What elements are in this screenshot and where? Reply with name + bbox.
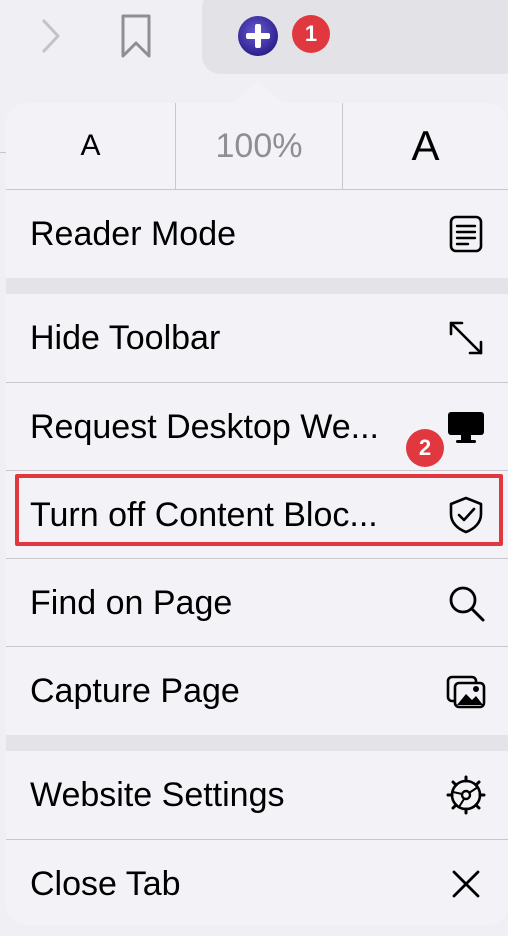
forward-button[interactable]	[36, 16, 66, 56]
step-badge-2: 2	[406, 429, 444, 467]
menu-item-website-settings[interactable]: Website Settings	[6, 751, 508, 839]
menu-item-label: Reader Mode	[30, 215, 237, 253]
menu-item-capture-page[interactable]: Capture Page	[6, 647, 508, 735]
menu-item-reader-mode[interactable]: Reader Mode	[6, 190, 508, 278]
desktop-monitor-icon	[448, 412, 484, 443]
arrows-expand-icon	[449, 321, 483, 355]
extension-button[interactable]	[236, 14, 280, 58]
gear-icon	[446, 775, 486, 815]
magnifying-glass-icon	[449, 586, 485, 622]
photo-stack-icon	[446, 675, 486, 709]
reader-mode-icon	[449, 215, 483, 253]
menu-item-label: Website Settings	[30, 776, 285, 814]
menu-item-label: Close Tab	[30, 865, 181, 903]
extension-plus-icon	[238, 16, 278, 56]
popover-arrow	[232, 80, 284, 104]
close-icon	[452, 870, 480, 898]
zoom-level[interactable]: 100%	[176, 103, 343, 189]
menu-item-find-on-page[interactable]: Find on Page	[6, 559, 508, 647]
menu-item-close-tab[interactable]: Close Tab	[6, 840, 508, 925]
font-size-controls: A 100% A	[6, 103, 508, 189]
increase-font-button[interactable]: A	[343, 103, 508, 189]
section-separator	[6, 278, 508, 294]
chevron-right-icon	[42, 19, 60, 53]
bookmarks-button[interactable]	[118, 12, 154, 60]
menu-item-label: Hide Toolbar	[30, 319, 221, 357]
bookmark-icon	[121, 14, 151, 58]
menu-item-hide-toolbar[interactable]: Hide Toolbar	[6, 294, 508, 382]
menu-item-label: Request Desktop We...	[30, 408, 379, 446]
menu-item-label: Capture Page	[30, 672, 240, 710]
highlight-annotation-box	[15, 474, 503, 546]
menu-item-label: Find on Page	[30, 584, 233, 622]
decrease-font-button[interactable]: A	[6, 103, 176, 189]
safari-page-menu-screen: 1 A 100% A Reader Mode Hide Toolbar Requ…	[0, 0, 508, 936]
step-badge-1: 1	[292, 15, 330, 53]
section-separator	[6, 735, 508, 751]
